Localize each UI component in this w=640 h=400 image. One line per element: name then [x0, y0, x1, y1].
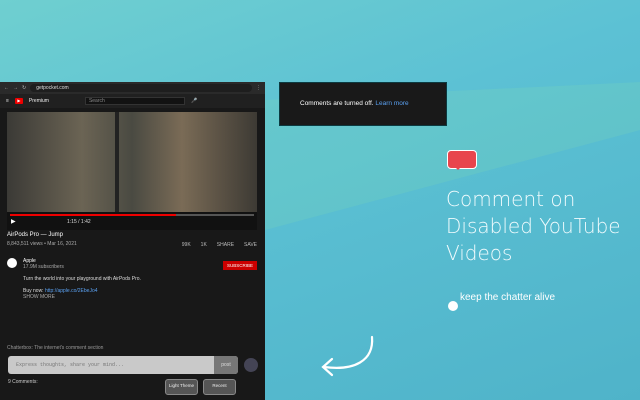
notice-text: Comments are turned off.: [300, 100, 374, 107]
video-controls: ▶ 1:15 / 1:42: [7, 212, 257, 230]
chatterbox-label: Chatterbox: The internet's comment secti…: [7, 345, 104, 351]
channel-avatar[interactable]: [7, 258, 17, 268]
hamburger-icon[interactable]: ≡: [6, 98, 9, 104]
light-theme-button[interactable]: Light Theme: [165, 379, 198, 395]
browser-toolbar: ← → ↻ getpocket.com ⋮: [0, 82, 265, 94]
curved-arrow-icon: [321, 335, 374, 377]
forward-icon[interactable]: →: [13, 85, 18, 91]
headline-line: Comment on: [446, 187, 576, 211]
share-button[interactable]: SHARE: [217, 242, 234, 248]
comment-count: 9 Comments:: [8, 379, 38, 385]
promo-headline: Comment on Disabled YouTube Videos: [446, 186, 621, 267]
learn-more-link[interactable]: Learn more: [375, 100, 408, 107]
youtube-header: ≡ ▶ Premium Search 🎤: [0, 94, 265, 108]
comment-input[interactable]: Express thoughts, share your mind... post: [8, 356, 238, 374]
user-avatar[interactable]: [244, 358, 258, 372]
mic-icon[interactable]: 🎤: [191, 98, 197, 104]
play-icon[interactable]: ▶: [11, 218, 16, 225]
comment-placeholder: Express thoughts, share your mind...: [16, 362, 125, 368]
youtube-logo-icon[interactable]: ▶: [14, 98, 23, 104]
logo-text: Premium: [28, 98, 49, 104]
dislike-button[interactable]: 1K: [201, 242, 207, 248]
video-title: AirPods Pro — Jump: [7, 232, 64, 238]
headline-line: Videos: [446, 241, 513, 265]
post-button[interactable]: post: [214, 356, 238, 374]
browser-window: ← → ↻ getpocket.com ⋮ ≡ ▶ Premium Search 🎤…: [0, 82, 265, 400]
bullet-dot-icon: [448, 301, 458, 311]
description: Turn the world into your playground with…: [23, 276, 141, 282]
like-button[interactable]: 99K: [182, 242, 191, 248]
search-input[interactable]: Search: [84, 97, 185, 105]
comments-off-notice: Comments are turned off. Learn more: [279, 82, 447, 126]
reload-icon[interactable]: ↻: [22, 85, 26, 91]
subscriber-count: 17.9M subscribers: [23, 264, 64, 270]
recent-sort-button[interactable]: Recent: [203, 379, 236, 395]
time-readout: 1:15 / 1:42: [67, 219, 91, 225]
video-info: AirPods Pro — Jump 8,843,511 views • Mar…: [7, 232, 257, 300]
headline-line: Disabled YouTube: [446, 214, 621, 238]
menu-icon[interactable]: ⋮: [256, 85, 261, 91]
show-more-button[interactable]: SHOW MORE: [23, 294, 257, 300]
subscribe-button[interactable]: SUBSCRIBE: [222, 261, 257, 270]
video-player[interactable]: [7, 112, 257, 212]
save-button[interactable]: SAVE: [244, 242, 257, 248]
back-icon[interactable]: ←: [4, 85, 9, 91]
progress-bar[interactable]: [10, 214, 254, 216]
speech-bubble-icon: [447, 150, 477, 170]
tagline: keep the chatter alive: [460, 292, 556, 303]
address-bar[interactable]: getpocket.com: [30, 84, 252, 92]
